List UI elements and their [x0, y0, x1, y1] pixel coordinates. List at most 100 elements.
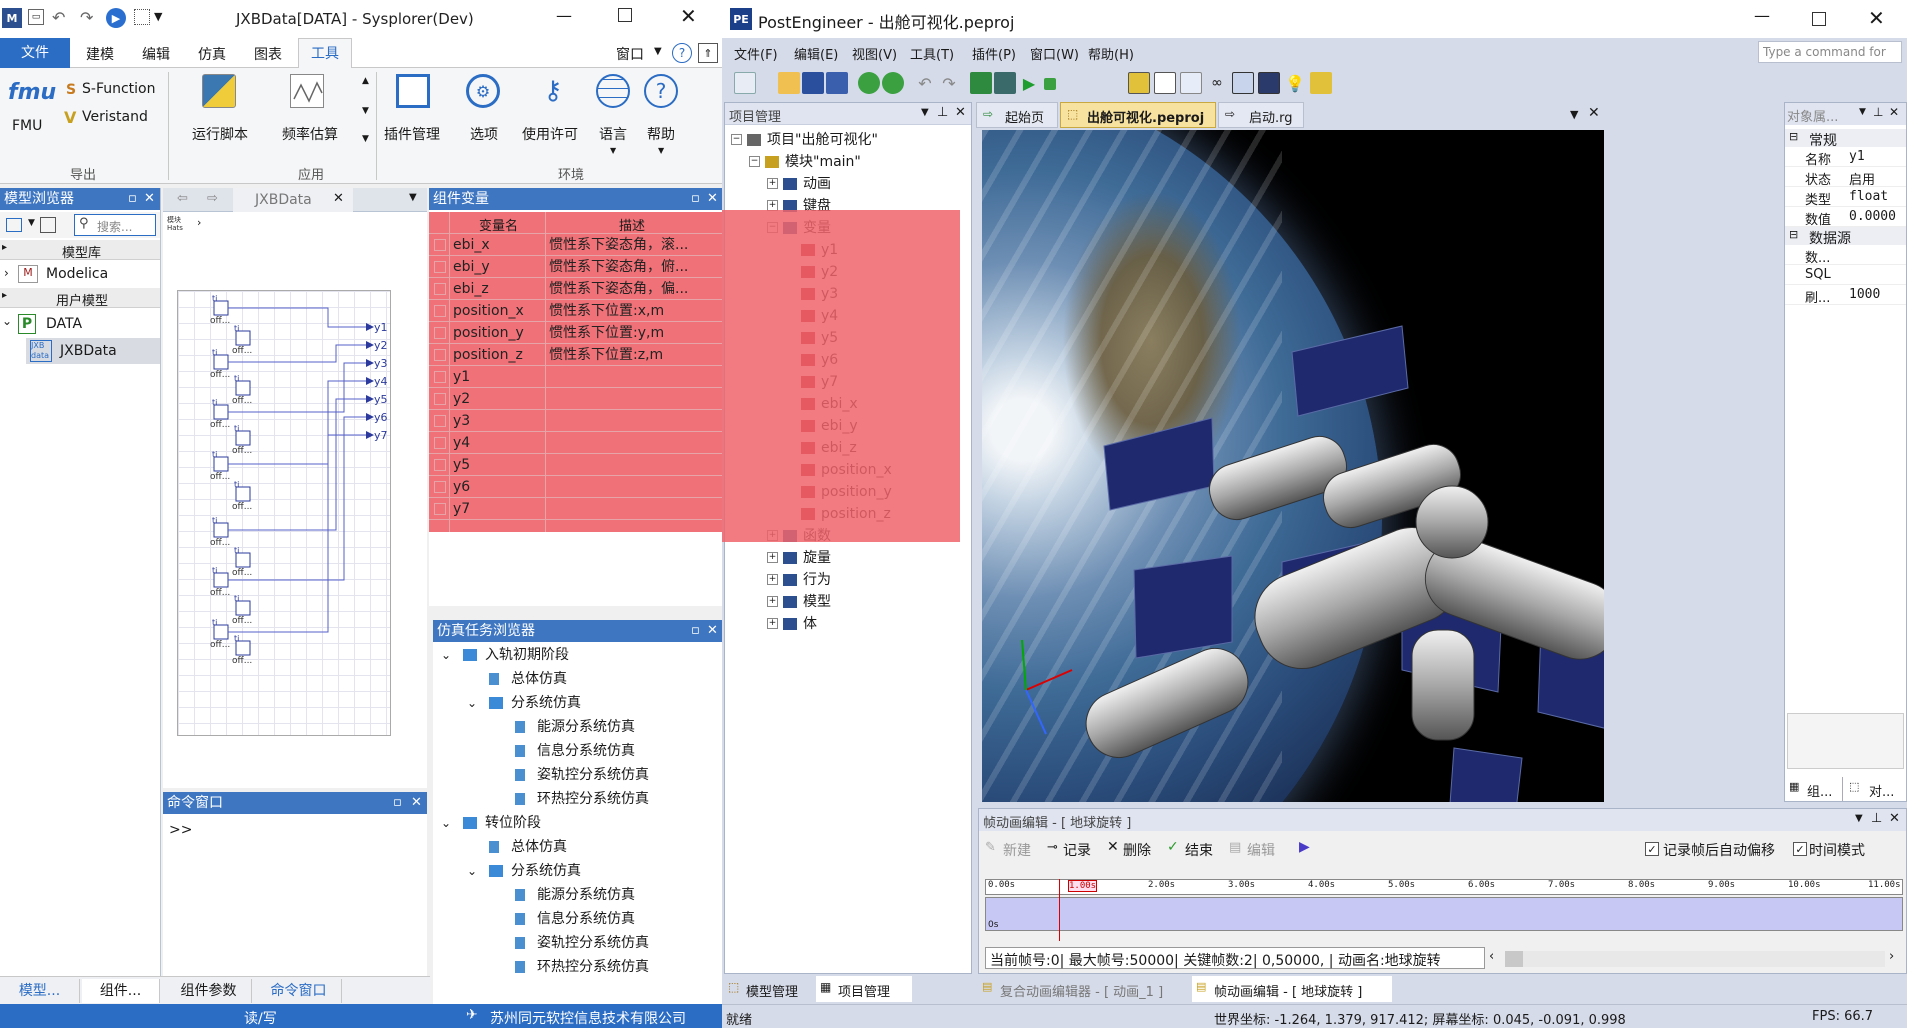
tab-tools[interactable]: 工具 — [298, 38, 352, 69]
end-button[interactable]: 结束 — [1185, 840, 1213, 860]
open-folder-icon[interactable] — [778, 72, 800, 94]
search-input[interactable]: 搜索... — [97, 218, 132, 235]
tab-file[interactable]: 文件 — [0, 38, 70, 68]
table-row[interactable]: ebi_y 惯性系下姿态角，俯... — [429, 256, 725, 278]
diagram-block[interactable] — [235, 486, 251, 502]
close-panel-icon[interactable]: ✕ — [707, 188, 718, 210]
expand-toggle-icon[interactable]: + — [767, 574, 778, 585]
expand-toggle-icon[interactable]: − — [767, 222, 778, 233]
panel-menu-icon[interactable]: ▼ — [1859, 107, 1866, 117]
edit-button[interactable]: 编辑 — [1247, 840, 1275, 860]
tree-item-jxbdata[interactable]: JXB data JXBData — [26, 338, 160, 364]
expand-arrow-icon[interactable]: › — [197, 216, 201, 229]
language-chevron-icon[interactable]: ▼ — [610, 146, 616, 155]
float-icon[interactable]: ▫ — [691, 620, 700, 642]
expand-arrow-icon[interactable]: › — [4, 266, 9, 280]
expand-icon[interactable]: ▸ — [2, 290, 7, 301]
save-icon[interactable]: ▭ — [28, 9, 44, 25]
row-checkbox[interactable] — [434, 503, 446, 515]
tab-edit[interactable]: 编辑 — [142, 44, 170, 64]
row-checkbox[interactable] — [434, 305, 446, 317]
output-port-icon[interactable] — [366, 341, 374, 349]
h-scrollbar[interactable] — [1505, 951, 1885, 967]
search-box[interactable]: ⚲ 搜索... — [74, 214, 156, 236]
prop-tab-object[interactable]: ⬚ 对... — [1845, 777, 1905, 801]
diagram-block[interactable] — [235, 330, 251, 346]
camera-icon[interactable] — [1232, 72, 1254, 94]
diagram-block[interactable] — [213, 300, 229, 316]
timeline-cursor[interactable] — [1059, 879, 1060, 941]
output-port-icon[interactable] — [366, 413, 374, 421]
table-row[interactable]: y4 — [429, 432, 725, 454]
output-port-icon[interactable] — [366, 323, 374, 331]
undo-icon[interactable]: ↶ — [52, 8, 65, 27]
new-file-icon[interactable] — [734, 72, 756, 94]
table-row[interactable]: y2 — [429, 388, 725, 410]
table-row[interactable]: y1 — [429, 366, 725, 388]
diagram-block[interactable] — [235, 600, 251, 616]
collapse-arrow-icon[interactable]: ⌄ — [441, 812, 451, 834]
run-script-button[interactable]: 运行脚本 — [192, 124, 248, 144]
plugin-mgr-button[interactable]: 插件管理 — [384, 124, 440, 144]
redo-icon[interactable]: ↷ — [80, 8, 93, 27]
help-button[interactable]: 帮助 — [647, 124, 675, 144]
refresh-green-2-icon[interactable] — [882, 72, 904, 94]
help-chevron-icon[interactable]: ▼ — [658, 146, 664, 155]
output-port-icon[interactable] — [366, 395, 374, 403]
property-row[interactable]: 数值 0.0000 — [1785, 207, 1906, 228]
pin-icon[interactable]: ⊥ — [937, 105, 948, 120]
layout-1-icon[interactable] — [1128, 72, 1150, 94]
close-panel-icon[interactable]: ✕ — [707, 620, 718, 642]
expand-toggle-icon[interactable]: − — [749, 156, 760, 167]
minimize-button[interactable]: — — [556, 6, 572, 25]
layout-3-icon[interactable] — [1180, 72, 1202, 94]
timeline-ruler[interactable]: 0.00s 1.00s 2.00s 3.00s 4.00s 5.00s 6.00s 7.00s… — [985, 879, 1903, 895]
pin-icon[interactable]: ⊥ — [1871, 811, 1882, 826]
tab-list-icon[interactable]: ▼ — [1570, 108, 1578, 121]
row-checkbox[interactable] — [434, 459, 446, 471]
table-row[interactable]: y7 — [429, 498, 725, 520]
bulb-icon[interactable]: 💡 — [1284, 72, 1306, 94]
layout-2-icon[interactable] — [1154, 72, 1176, 94]
3d-viewport[interactable] — [982, 130, 1604, 802]
ribbon-scroll-down-icon[interactable]: ▼ — [362, 106, 369, 116]
row-checkbox[interactable] — [434, 393, 446, 405]
diagram-block[interactable] — [213, 624, 229, 640]
table-row[interactable]: position_x 惯性系下位置:x,m — [429, 300, 725, 322]
prop-tab-components[interactable]: ▦ 组... — [1785, 777, 1843, 801]
table-row[interactable]: position_z 惯性系下位置:z,m — [429, 344, 725, 366]
window-menu[interactable]: 窗口 — [616, 44, 644, 64]
output-port-icon[interactable] — [366, 377, 374, 385]
tab-menu-icon[interactable]: ▼ — [409, 192, 417, 203]
close-panel-icon[interactable]: ✕ — [955, 105, 966, 120]
tree-item-data[interactable]: ⌄ P DATA — [0, 312, 160, 336]
maximize-button[interactable] — [618, 8, 632, 22]
col-header-desc[interactable]: 描述 — [619, 215, 645, 234]
pin-icon[interactable]: ⇑ — [698, 43, 718, 63]
doc-tab-peproj[interactable]: ⬚ 出舱可视化.peproj — [1060, 102, 1216, 128]
diagram-block[interactable] — [235, 552, 251, 568]
view-chevron-icon[interactable]: ▼ — [28, 218, 35, 228]
timemode-checkbox[interactable]: ✓ — [1793, 842, 1807, 856]
pin-icon[interactable]: ⊥ — [1873, 105, 1883, 119]
tree-item-modelica[interactable]: › M Modelica — [0, 262, 160, 286]
minimize-button[interactable]: — — [1754, 6, 1770, 25]
ribbon-expand-icon[interactable]: ▼ — [362, 134, 369, 144]
new-keyframe-button[interactable]: 新建 — [1003, 840, 1031, 860]
menu-item[interactable]: 文件(F) — [734, 44, 778, 63]
table-row[interactable]: ebi_z 惯性系下姿态角，偏... — [429, 278, 725, 300]
chevron-down-icon[interactable]: ▼ — [654, 46, 662, 57]
menu-item[interactable]: 插件(P) — [972, 44, 1016, 63]
tab-chart[interactable]: 图表 — [254, 44, 282, 64]
run-icon[interactable]: ▶ — [106, 8, 126, 28]
menu-item[interactable]: 工具(T) — [910, 44, 954, 63]
tab-close-icon[interactable]: ✕ — [1588, 105, 1600, 121]
tab-model-mgr[interactable]: ⬚ 模型管理 — [724, 976, 814, 1002]
expand-toggle-icon[interactable]: + — [767, 530, 778, 541]
float-icon[interactable]: ▫ — [393, 792, 402, 814]
row-checkbox[interactable] — [434, 437, 446, 449]
diagram-block[interactable] — [213, 456, 229, 472]
autosave-checkbox[interactable]: ✓ — [1645, 842, 1659, 856]
float-icon[interactable]: ▫ — [691, 188, 700, 210]
grid-icon[interactable] — [134, 9, 150, 25]
